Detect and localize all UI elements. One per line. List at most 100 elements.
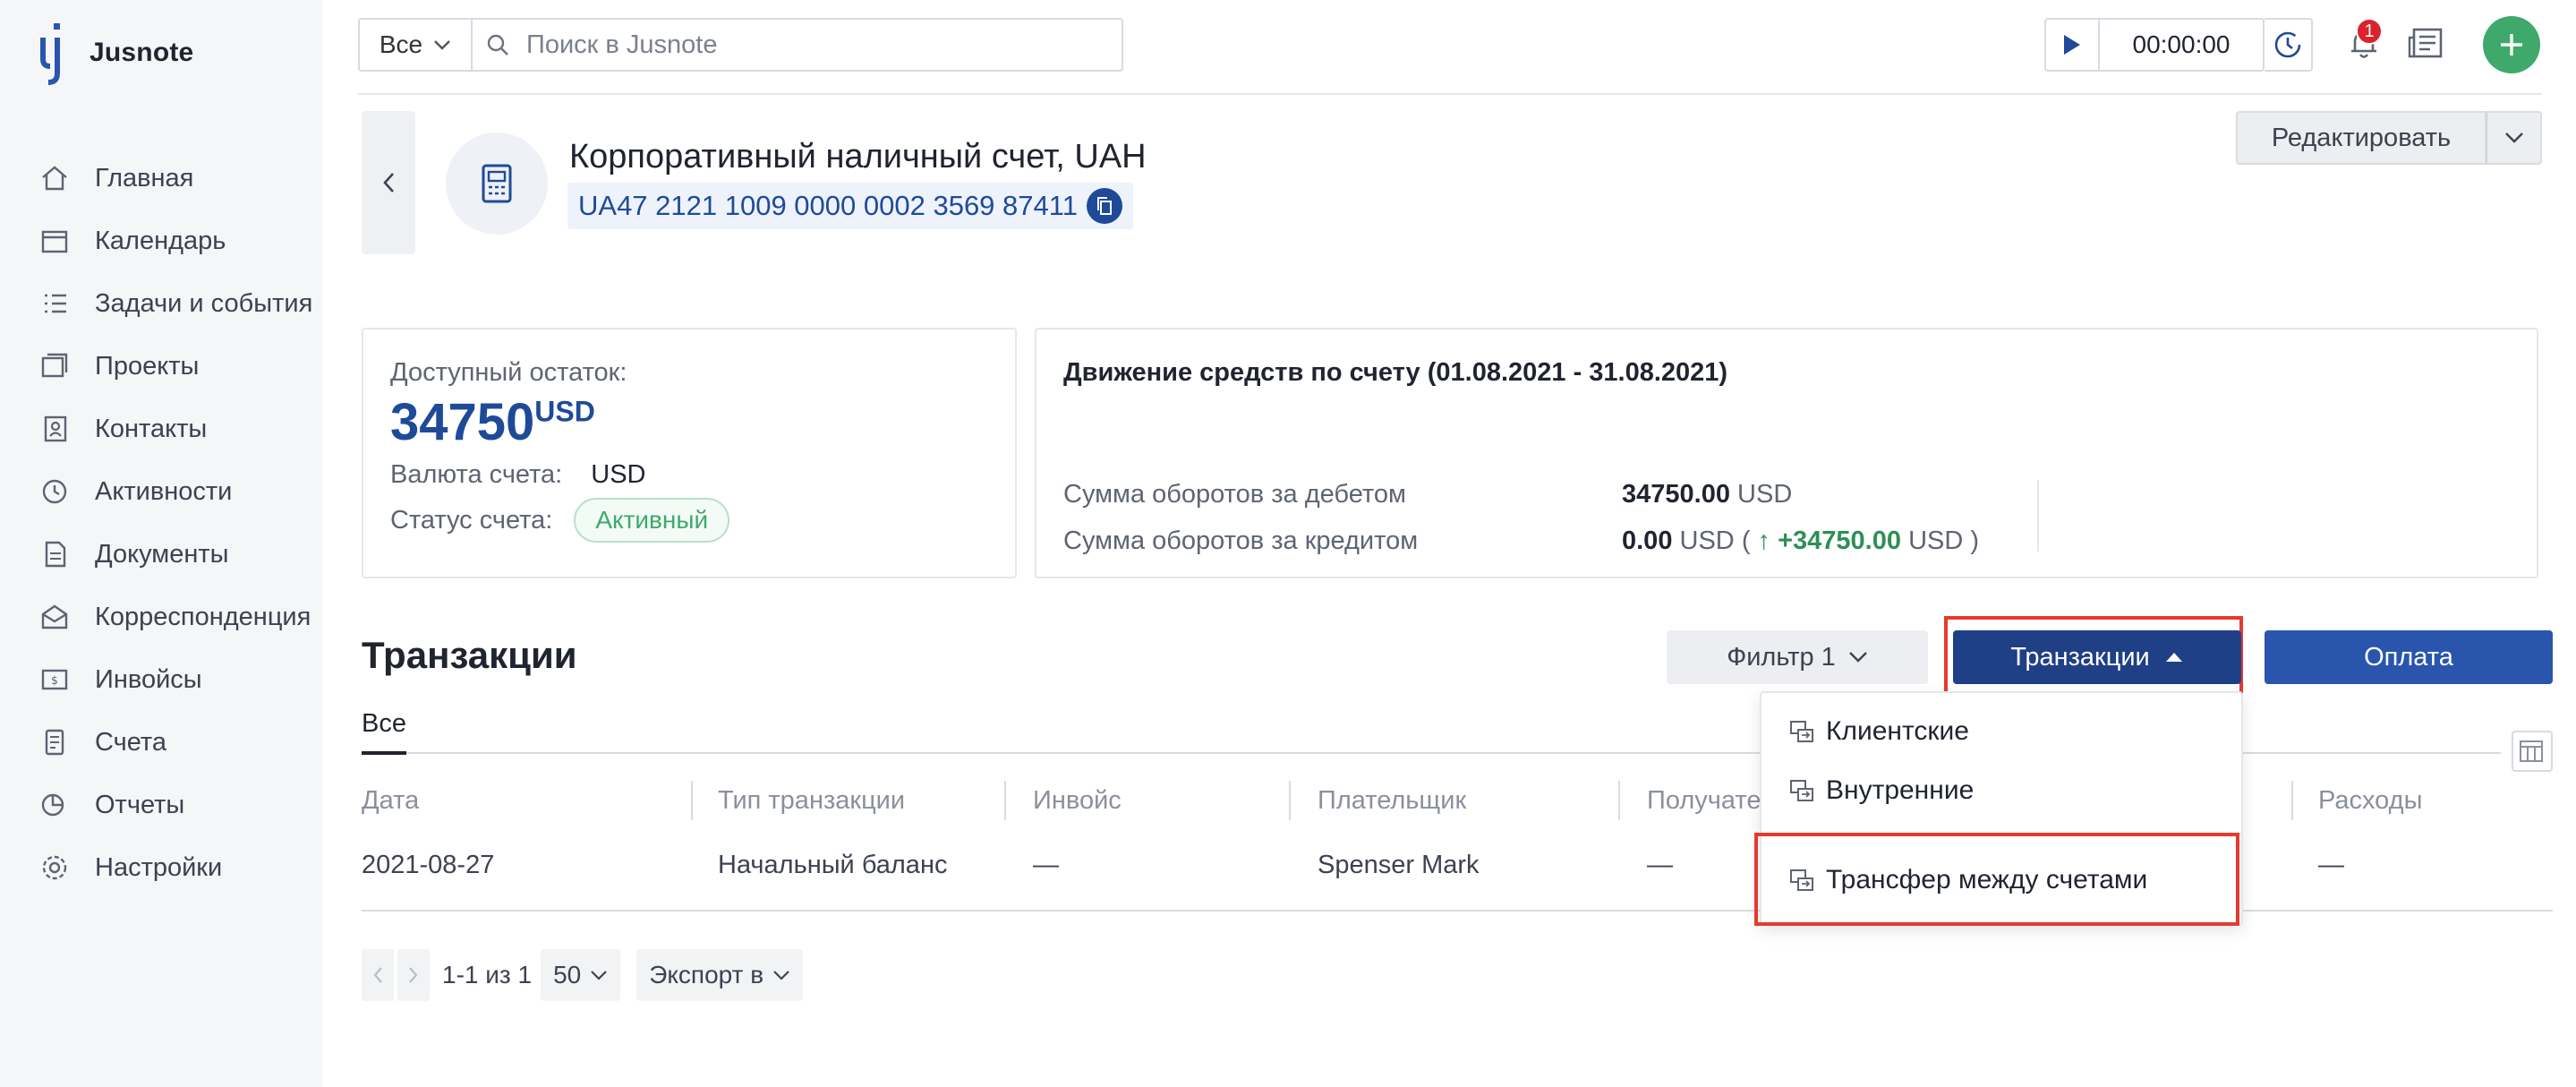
- credit-currency: USD: [1679, 526, 1735, 555]
- pay-button[interactable]: Оплата: [2265, 630, 2553, 684]
- transactions-button-label: Транзакции: [2010, 642, 2150, 672]
- row-payer[interactable]: Spenser Mark: [1318, 851, 1480, 880]
- menu-item-label: Внутренние: [1826, 775, 1975, 805]
- column-expenses[interactable]: Расходы: [2318, 786, 2422, 816]
- search-input[interactable]: [526, 30, 1122, 60]
- menu-item-internal[interactable]: Внутренние: [1788, 775, 1974, 806]
- plus-icon: [2501, 34, 2522, 56]
- gear-icon: [38, 851, 72, 885]
- timer-history-button[interactable]: [2265, 18, 2313, 72]
- correspondence-icon: [38, 600, 72, 634]
- next-page-button[interactable]: [397, 949, 430, 1001]
- sidebar-item-home[interactable]: Главная: [0, 147, 322, 210]
- row-type: Начальный баланс: [718, 851, 948, 879]
- copy-iban-button[interactable]: [1086, 188, 1122, 224]
- sidebar-item-label: Корреспонденция: [95, 602, 311, 631]
- currency-value: USD: [591, 460, 646, 489]
- filter-button[interactable]: Фильтр 1: [1667, 630, 1928, 684]
- arrow-up-icon: ↑: [1757, 526, 1771, 555]
- currency-label: Валюта счета:: [390, 460, 563, 489]
- pagination: 1-1 из 1 50 Экспорт в: [362, 949, 804, 1001]
- row-invoice: —: [1033, 851, 1059, 879]
- sidebar-item-correspondence[interactable]: Корреспонденция: [0, 586, 322, 648]
- chevron-down-icon: [773, 971, 789, 980]
- transfer-icon: [1790, 721, 1813, 742]
- column-separator: [2291, 781, 2293, 820]
- time-tracker: 00:00:00: [2044, 18, 2265, 72]
- menu-item-client[interactable]: Клиентские: [1788, 716, 1969, 747]
- column-receiver[interactable]: Получате: [1647, 786, 1761, 816]
- sidebar-item-documents[interactable]: Документы: [0, 523, 322, 586]
- transactions-button[interactable]: Транзакции: [1953, 630, 2241, 684]
- currency-row: Валюта счета: USD: [390, 460, 645, 490]
- row-expenses: —: [2318, 851, 2344, 879]
- account-avatar: [446, 133, 548, 235]
- contacts-icon: [38, 412, 72, 446]
- page-size-select[interactable]: 50: [541, 949, 621, 1001]
- sidebar-item-contacts[interactable]: Контакты: [0, 398, 322, 460]
- sidebar-item-projects[interactable]: Проекты: [0, 335, 322, 398]
- chevron-right-icon: [409, 967, 418, 983]
- sidebar-item-tasks[interactable]: Задачи и события: [0, 272, 322, 335]
- sidebar-nav: Главная Календарь Задачи и события Проек…: [0, 147, 322, 899]
- edit-button[interactable]: Редактировать: [2236, 111, 2486, 165]
- export-select[interactable]: Экспорт в: [636, 949, 804, 1001]
- tab-all[interactable]: Все: [362, 709, 406, 755]
- credit-open-paren: (: [1741, 526, 1751, 555]
- account-book-icon: [482, 164, 512, 203]
- add-button[interactable]: [2483, 16, 2540, 73]
- column-date[interactable]: Дата: [362, 786, 419, 816]
- sidebar-item-reports[interactable]: Отчеты: [0, 774, 322, 836]
- documents-icon: [38, 537, 72, 571]
- sidebar-item-settings[interactable]: Настройки: [0, 836, 322, 899]
- export-label: Экспорт в: [649, 961, 764, 989]
- menu-item-label: Клиентские: [1826, 716, 1969, 746]
- edit-menu-button[interactable]: [2486, 111, 2542, 165]
- balance-card: Доступный остаток: 34750USD Валюта счета…: [362, 328, 1017, 578]
- app-name: Jusnote: [90, 38, 194, 67]
- invoice-icon: $: [38, 663, 72, 697]
- prev-page-button[interactable]: [362, 949, 394, 1001]
- sidebar-item-label: Главная: [95, 163, 194, 193]
- credit-close-paren: ): [1970, 526, 1980, 555]
- sidebar-item-invoices[interactable]: $ Инвойсы: [0, 648, 322, 711]
- debit-label: Сумма оборотов за дебетом: [1063, 480, 1406, 509]
- credit-value: 0.00 USD ( ↑ +34750.00 USD ): [1622, 526, 1979, 556]
- transactions-title: Транзакции: [362, 634, 577, 676]
- debit-value: 34750.00 USD: [1622, 480, 1792, 509]
- sidebar-item-calendar[interactable]: Календарь: [0, 210, 322, 272]
- column-settings-button[interactable]: [2512, 731, 2553, 772]
- newspaper-icon: [2408, 28, 2443, 58]
- sidebar-item-label: Инвойсы: [95, 664, 202, 694]
- chevron-down-icon: [1848, 652, 1867, 663]
- sidebar-item-activity[interactable]: Активности: [0, 460, 322, 523]
- sidebar-item-accounts[interactable]: Счета: [0, 711, 322, 774]
- transfer-icon: [1790, 780, 1813, 801]
- page-title: Корпоративный наличный счет, UAH: [569, 138, 1147, 175]
- credit-delta-currency: USD: [1908, 526, 1964, 555]
- sidebar: Jusnote Главная Календарь Задачи и событ…: [0, 0, 322, 1087]
- filter-label: Фильтр 1: [1727, 642, 1836, 672]
- column-invoice[interactable]: Инвойс: [1033, 786, 1122, 816]
- search-scope-select[interactable]: Все: [360, 20, 473, 70]
- sidebar-item-label: Активности: [95, 476, 233, 506]
- global-search: Все: [358, 18, 1123, 72]
- menu-item-highlight: [1754, 833, 2239, 926]
- balance-currency: USD: [534, 395, 595, 428]
- play-button[interactable]: [2046, 20, 2100, 70]
- column-type[interactable]: Тип транзакции: [718, 786, 905, 816]
- chevron-down-icon: [2504, 133, 2523, 143]
- accounts-icon: [38, 725, 72, 759]
- debit-amount: 34750.00: [1622, 480, 1730, 509]
- column-payer[interactable]: Плательщик: [1318, 786, 1466, 816]
- row-date: 2021-08-27: [362, 851, 495, 879]
- row-receiver: —: [1647, 851, 1673, 879]
- news-button[interactable]: [2404, 21, 2447, 64]
- app-logo[interactable]: Jusnote: [36, 20, 193, 86]
- header-divider: [358, 93, 2542, 95]
- reports-icon: [38, 788, 72, 822]
- tasks-icon: [38, 287, 72, 321]
- svg-text:$: $: [51, 674, 58, 687]
- back-button[interactable]: [362, 111, 415, 254]
- movement-card: Движение средств по счету (01.08.2021 - …: [1035, 328, 2538, 578]
